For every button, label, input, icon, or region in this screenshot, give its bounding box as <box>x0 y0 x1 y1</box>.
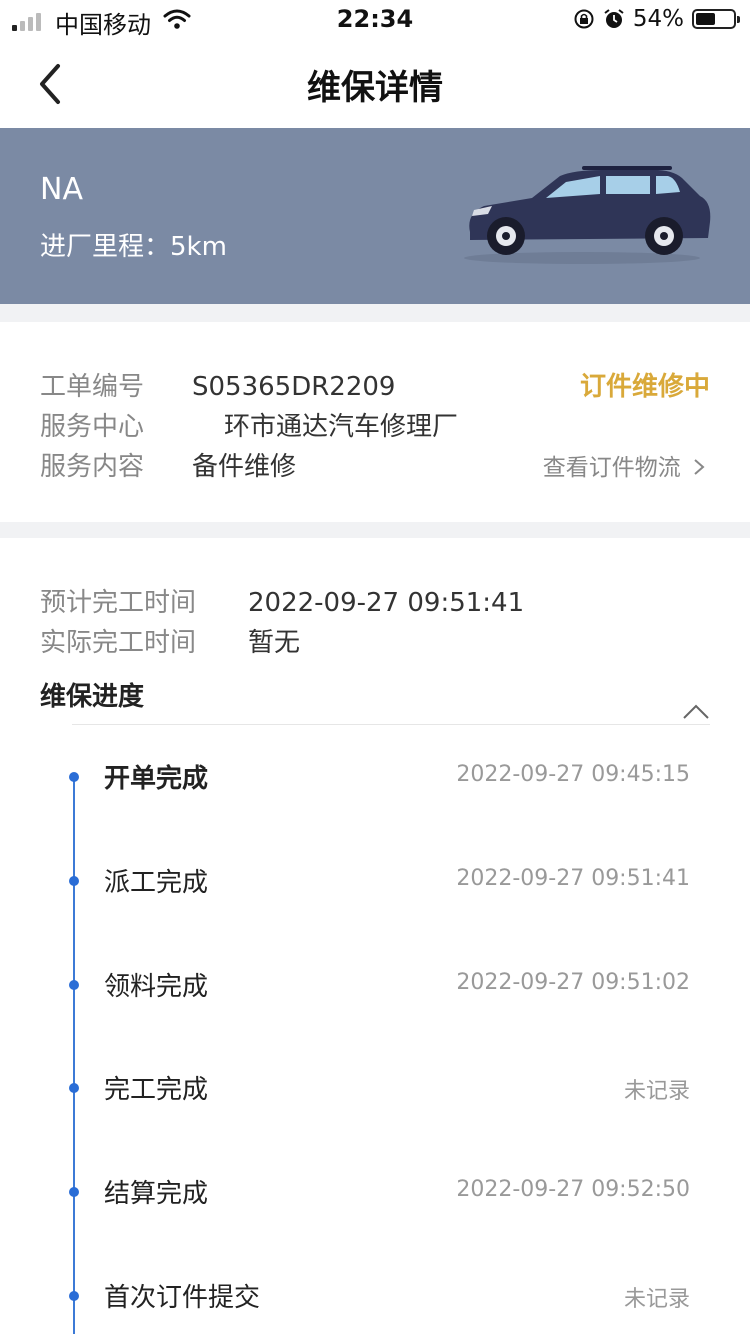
progress-section-title: 维保进度 <box>40 682 145 712</box>
step-time: 2022-09-27 09:51:02 <box>456 970 690 995</box>
step-time: 2022-09-27 09:51:41 <box>456 866 690 891</box>
timeline-dot <box>69 876 79 886</box>
step-time: 未记录 <box>623 1287 690 1312</box>
divider <box>72 724 710 725</box>
timeline-step: 结算完成 2022-09-27 09:52:50 <box>0 1163 750 1223</box>
step-name: 派工完成 <box>104 868 209 898</box>
step-time: 未记录 <box>623 1079 690 1104</box>
battery-icon <box>692 9 740 29</box>
step-name: 完工完成 <box>104 1075 209 1105</box>
alarm-icon <box>604 9 624 28</box>
status-bar: 中国移动 22:34 54% <box>0 0 750 42</box>
timeline-dot <box>69 1187 79 1197</box>
plate-number: NA <box>40 172 83 207</box>
order-status: 订件维修中 <box>579 372 710 402</box>
actual-completion-label: 实际完工时间 <box>40 628 197 658</box>
progress-card: 预计完工时间 2022-09-27 09:51:41 实际完工时间 暂无 维保进度 … <box>0 538 750 1334</box>
timeline-dot <box>69 1291 79 1301</box>
actual-completion-row: 实际完工时间 暂无 <box>40 622 300 659</box>
expected-completion-value: 2022-09-27 09:51:41 <box>248 588 525 618</box>
vehicle-banner: NA 进厂里程：5km <box>0 128 750 304</box>
timeline-dot <box>69 980 79 990</box>
view-logistics-label: 查看订件物流 <box>542 455 681 481</box>
timeline-step: 派工完成 2022-09-27 09:51:41 <box>0 852 750 912</box>
service-center-label: 服务中心 <box>40 412 145 442</box>
section-gap <box>0 522 750 538</box>
step-name: 首次订件提交 <box>104 1283 261 1313</box>
timeline-dot <box>69 772 79 782</box>
step-time: 2022-09-27 09:52:50 <box>456 1177 690 1202</box>
view-logistics-link[interactable]: 查看订件物流 <box>543 448 706 482</box>
service-content-row: 服务内容 备件维修 <box>40 446 296 483</box>
order-number-row: 工单编号 S05365DR2209 <box>40 366 395 403</box>
step-time: 2022-09-27 09:45:15 <box>456 762 690 787</box>
car-icon <box>464 166 711 264</box>
service-center-value: 环市通达汽车修理厂 <box>224 412 459 442</box>
expected-completion-label: 预计完工时间 <box>40 588 197 618</box>
timeline-step: 开单完成 2022-09-27 09:45:15 <box>0 748 750 808</box>
order-number-value: S05365DR2209 <box>192 372 396 402</box>
order-card: 工单编号 S05365DR2209 订件维修中 服务中心 环市通达汽车修理厂 服务内… <box>0 322 750 522</box>
timeline-step: 首次订件提交 未记录 <box>0 1267 750 1327</box>
timeline-step: 领料完成 2022-09-27 09:51:02 <box>0 956 750 1016</box>
step-name: 结算完成 <box>104 1179 209 1209</box>
chevron-up-icon[interactable] <box>682 702 710 722</box>
page-title: 维保详情 <box>307 68 443 108</box>
section-gap <box>0 304 750 322</box>
service-center-row: 服务中心 环市通达汽车修理厂 <box>40 406 458 443</box>
order-number-label: 工单编号 <box>40 372 145 402</box>
rotation-lock-icon <box>574 9 594 29</box>
timeline-dot <box>69 1083 79 1093</box>
service-content-value: 备件维修 <box>192 452 297 482</box>
actual-completion-value: 暂无 <box>248 628 301 658</box>
chevron-right-icon <box>694 459 705 475</box>
step-name: 领料完成 <box>104 972 209 1002</box>
step-name: 开单完成 <box>104 764 209 794</box>
service-content-label: 服务内容 <box>40 452 145 482</box>
nav-bar: 维保详情 <box>0 42 750 128</box>
expected-completion-row: 预计完工时间 2022-09-27 09:51:41 <box>40 582 524 619</box>
timeline-step: 完工完成 未记录 <box>0 1059 750 1119</box>
mileage-text: 进厂里程：5km <box>40 232 227 262</box>
battery-percent: 54% <box>632 6 684 32</box>
